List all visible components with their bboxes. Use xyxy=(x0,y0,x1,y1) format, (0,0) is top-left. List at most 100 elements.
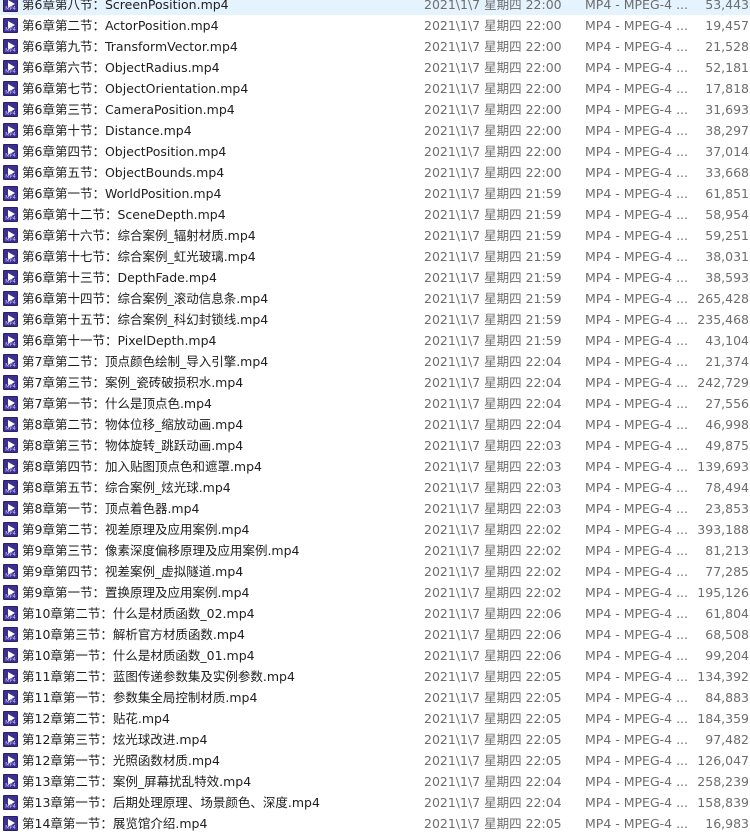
file-row[interactable]: 第6章第三节：CameraPosition.mp4 2021\1\7 星期四 2… xyxy=(0,99,750,120)
file-modified-date: 2021\1\7 星期四 22:03 xyxy=(424,438,562,453)
mp4-video-file-icon xyxy=(3,795,18,810)
file-size: 61,851 xyxy=(705,186,749,201)
file-modified-date: 2021\1\7 星期四 21:59 xyxy=(424,228,562,243)
mp4-video-file-icon xyxy=(3,60,18,75)
file-row[interactable]: 第6章第十二节：SceneDepth.mp4 2021\1\7 星期四 21:5… xyxy=(0,204,750,225)
file-type: MP4 - MPEG-4 ... xyxy=(585,585,688,600)
file-modified-date: 2021\1\7 星期四 22:04 xyxy=(424,795,562,810)
file-row[interactable]: 第12章第三节：炫光球改进.mp4 2021\1\7 星期四 22:05 MP4… xyxy=(0,729,750,750)
file-row[interactable]: 第9章第四节：视差案例_虚拟隧道.mp4 2021\1\7 星期四 22:02 … xyxy=(0,561,750,582)
file-type: MP4 - MPEG-4 ... xyxy=(585,249,688,264)
file-name: 第6章第十一节：PixelDepth.mp4 xyxy=(22,333,217,348)
mp4-video-file-icon xyxy=(3,459,18,474)
file-name: 第6章第七节：ObjectOrientation.mp4 xyxy=(22,81,249,96)
file-name: 第6章第九节：TransformVector.mp4 xyxy=(22,39,238,54)
file-row[interactable]: 第7章第一节：什么是顶点色.mp4 2021\1\7 星期四 22:04 MP4… xyxy=(0,393,750,414)
mp4-video-file-icon xyxy=(3,165,18,180)
file-row[interactable]: 第6章第六节：ObjectRadius.mp4 2021\1\7 星期四 22:… xyxy=(0,57,750,78)
file-modified-date: 2021\1\7 星期四 22:00 xyxy=(424,18,562,33)
file-row[interactable]: 第6章第十四节：综合案例_滚动信息条.mp4 2021\1\7 星期四 21:5… xyxy=(0,288,750,309)
mp4-video-file-icon xyxy=(3,753,18,768)
file-type: MP4 - MPEG-4 ... xyxy=(585,81,688,96)
mp4-video-file-icon xyxy=(3,81,18,96)
file-row[interactable]: 第6章第九节：TransformVector.mp4 2021\1\7 星期四 … xyxy=(0,36,750,57)
file-size: 265,428 xyxy=(697,291,749,306)
file-row[interactable]: 第6章第十六节：综合案例_辐射材质.mp4 2021\1\7 星期四 21:59… xyxy=(0,225,750,246)
file-name: 第6章第十二节：SceneDepth.mp4 xyxy=(22,207,226,222)
file-type: MP4 - MPEG-4 ... xyxy=(585,123,688,138)
file-modified-date: 2021\1\7 星期四 22:02 xyxy=(424,585,562,600)
file-row[interactable]: 第6章第二节：ActorPosition.mp4 2021\1\7 星期四 22… xyxy=(0,15,750,36)
file-name: 第8章第五节：综合案例_炫光球.mp4 xyxy=(22,480,231,495)
file-type: MP4 - MPEG-4 ... xyxy=(585,564,688,579)
file-row[interactable]: 第8章第一节：顶点着色器.mp4 2021\1\7 星期四 22:03 MP4 … xyxy=(0,498,750,519)
file-name: 第6章第二节：ActorPosition.mp4 xyxy=(22,18,219,33)
mp4-video-file-icon xyxy=(3,207,18,222)
file-name: 第6章第六节：ObjectRadius.mp4 xyxy=(22,60,220,75)
file-row[interactable]: 第6章第十七节：综合案例_虹光玻璃.mp4 2021\1\7 星期四 21:59… xyxy=(0,246,750,267)
file-row[interactable]: 第6章第十节：Distance.mp4 2021\1\7 星期四 22:00 M… xyxy=(0,120,750,141)
file-row[interactable]: 第11章第一节：参数集全局控制材质.mp4 2021\1\7 星期四 22:05… xyxy=(0,687,750,708)
file-row[interactable]: 第6章第十三节：DepthFade.mp4 2021\1\7 星期四 21:59… xyxy=(0,267,750,288)
file-row[interactable]: 第6章第一节：WorldPosition.mp4 2021\1\7 星期四 21… xyxy=(0,183,750,204)
file-modified-date: 2021\1\7 星期四 22:05 xyxy=(424,669,562,684)
file-type: MP4 - MPEG-4 ... xyxy=(585,669,688,684)
file-type: MP4 - MPEG-4 ... xyxy=(585,375,688,390)
file-row[interactable]: 第8章第二节：物体位移_缩放动画.mp4 2021\1\7 星期四 22:04 … xyxy=(0,414,750,435)
file-row[interactable]: 第8章第五节：综合案例_炫光球.mp4 2021\1\7 星期四 22:03 M… xyxy=(0,477,750,498)
file-row[interactable]: 第13章第二节：案例_屏幕扰乱特效.mp4 2021\1\7 星期四 22:04… xyxy=(0,771,750,792)
file-modified-date: 2021\1\7 星期四 21:59 xyxy=(424,249,562,264)
file-modified-date: 2021\1\7 星期四 22:06 xyxy=(424,606,562,621)
file-size: 258,239 xyxy=(697,774,749,789)
file-row[interactable]: 第13章第一节：后期处理原理、场景颜色、深度.mp4 2021\1\7 星期四 … xyxy=(0,792,750,813)
file-name: 第8章第二节：物体位移_缩放动画.mp4 xyxy=(22,417,244,432)
file-row[interactable]: 第7章第二节：顶点颜色绘制_导入引擎.mp4 2021\1\7 星期四 22:0… xyxy=(0,351,750,372)
file-modified-date: 2021\1\7 星期四 22:04 xyxy=(424,417,562,432)
mp4-video-file-icon xyxy=(3,669,18,684)
file-row[interactable]: 第12章第二节：贴花.mp4 2021\1\7 星期四 22:05 MP4 - … xyxy=(0,708,750,729)
file-size: 38,593 xyxy=(705,270,749,285)
file-size: 77,285 xyxy=(705,564,749,579)
file-row[interactable]: 第12章第一节：光照函数材质.mp4 2021\1\7 星期四 22:05 MP… xyxy=(0,750,750,771)
file-type: MP4 - MPEG-4 ... xyxy=(585,417,688,432)
file-name: 第9章第一节：置换原理及应用案例.mp4 xyxy=(22,585,250,600)
file-row[interactable]: 第6章第四节：ObjectPosition.mp4 2021\1\7 星期四 2… xyxy=(0,141,750,162)
file-name: 第8章第一节：顶点着色器.mp4 xyxy=(22,501,200,516)
file-modified-date: 2021\1\7 星期四 22:02 xyxy=(424,543,562,558)
file-type: MP4 - MPEG-4 ... xyxy=(585,606,688,621)
file-row[interactable]: 第10章第三节：解析官方材质函数.mp4 2021\1\7 星期四 22:06 … xyxy=(0,624,750,645)
file-row[interactable]: 第11章第二节：蓝图传递参数集及实例参数.mp4 2021\1\7 星期四 22… xyxy=(0,666,750,687)
mp4-video-file-icon xyxy=(3,711,18,726)
file-row[interactable]: 第8章第四节：加入贴图顶点色和遮罩.mp4 2021\1\7 星期四 22:03… xyxy=(0,456,750,477)
file-name: 第7章第三节：案例_瓷砖破损积水.mp4 xyxy=(22,375,244,390)
file-row[interactable]: 第9章第三节：像素深度偏移原理及应用案例.mp4 2021\1\7 星期四 22… xyxy=(0,540,750,561)
file-modified-date: 2021\1\7 星期四 22:05 xyxy=(424,732,562,747)
file-row[interactable]: 第6章第七节：ObjectOrientation.mp4 2021\1\7 星期… xyxy=(0,78,750,99)
file-modified-date: 2021\1\7 星期四 22:00 xyxy=(424,0,562,12)
file-row[interactable]: 第8章第三节：物体旋转_跳跃动画.mp4 2021\1\7 星期四 22:03 … xyxy=(0,435,750,456)
file-size: 84,883 xyxy=(705,690,749,705)
file-name: 第6章第十七节：综合案例_虹光玻璃.mp4 xyxy=(22,249,256,264)
file-size: 53,443 xyxy=(705,0,749,12)
file-size: 99,204 xyxy=(705,648,749,663)
file-row[interactable]: 第6章第十一节：PixelDepth.mp4 2021\1\7 星期四 21:5… xyxy=(0,330,750,351)
mp4-video-file-icon xyxy=(3,396,18,411)
file-row[interactable]: 第9章第二节：视差原理及应用案例.mp4 2021\1\7 星期四 22:02 … xyxy=(0,519,750,540)
file-row[interactable]: 第6章第五节：ObjectBounds.mp4 2021\1\7 星期四 22:… xyxy=(0,162,750,183)
file-type: MP4 - MPEG-4 ... xyxy=(585,438,688,453)
file-type: MP4 - MPEG-4 ... xyxy=(585,270,688,285)
file-row[interactable]: 第9章第一节：置换原理及应用案例.mp4 2021\1\7 星期四 22:02 … xyxy=(0,582,750,603)
file-size: 27,556 xyxy=(705,396,749,411)
file-name: 第7章第二节：顶点颜色绘制_导入引擎.mp4 xyxy=(22,354,269,369)
file-size: 61,804 xyxy=(705,606,749,621)
file-row[interactable]: 第6章第八节：ScreenPosition.mp4 2021\1\7 星期四 2… xyxy=(0,0,750,15)
file-row[interactable]: 第10章第一节：什么是材质函数_01.mp4 2021\1\7 星期四 22:0… xyxy=(0,645,750,666)
mp4-video-file-icon xyxy=(3,522,18,537)
mp4-video-file-icon xyxy=(3,228,18,243)
file-row[interactable]: 第6章第十五节：综合案例_科幻封锁线.mp4 2021\1\7 星期四 21:5… xyxy=(0,309,750,330)
file-row[interactable]: 第7章第三节：案例_瓷砖破损积水.mp4 2021\1\7 星期四 22:04 … xyxy=(0,372,750,393)
file-row[interactable]: 第10章第二节：什么是材质函数_02.mp4 2021\1\7 星期四 22:0… xyxy=(0,603,750,624)
file-modified-date: 2021\1\7 星期四 22:02 xyxy=(424,564,562,579)
file-size: 21,528 xyxy=(705,39,749,54)
file-type: MP4 - MPEG-4 ... xyxy=(585,627,688,642)
